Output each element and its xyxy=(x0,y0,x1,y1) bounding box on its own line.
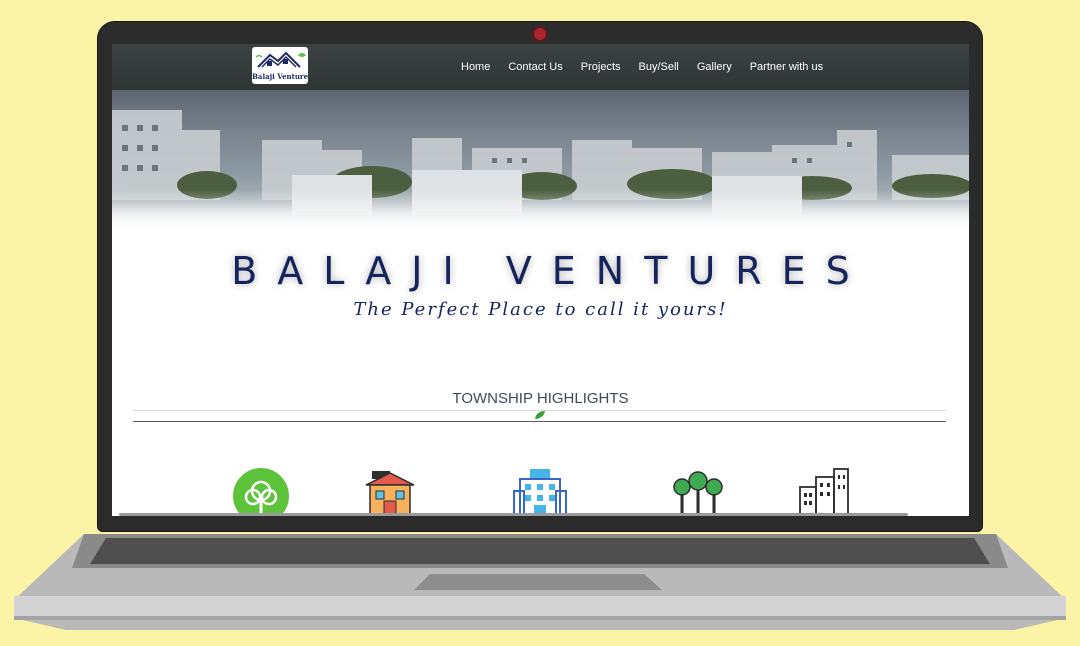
trees-icon xyxy=(670,471,726,516)
buildings-outline-icon xyxy=(799,468,849,516)
tree-circle-icon xyxy=(233,468,289,516)
horizontal-scrollbar[interactable] xyxy=(119,513,908,516)
divider-bottom xyxy=(133,421,946,422)
laptop-base xyxy=(14,532,1066,632)
section-title: TOWNSHIP HIGHLIGHTS xyxy=(452,390,629,407)
highlights-icon-row xyxy=(112,467,969,516)
city-skyline-image xyxy=(112,110,969,230)
nav-contact-us[interactable]: Contact Us xyxy=(508,61,562,73)
webcam-icon xyxy=(534,28,546,40)
nav-partner-with-us[interactable]: Partner with us xyxy=(750,61,823,73)
house-icon xyxy=(365,471,415,516)
nav-buy-sell[interactable]: Buy/Sell xyxy=(639,61,679,73)
hero-city-banner xyxy=(112,90,969,230)
main-nav: Home Contact Us Projects Buy/Sell Galler… xyxy=(461,61,841,73)
house-logo-icon xyxy=(255,51,306,68)
building-blue-icon xyxy=(513,469,567,516)
logo-text: Balaji Ventures xyxy=(252,72,308,81)
brand-tagline: The Perfect Place to call it yours! xyxy=(353,299,728,320)
navbar: Balaji Ventures Home Contact Us Projects… xyxy=(112,44,969,90)
site-logo[interactable]: Balaji Ventures xyxy=(252,47,308,84)
brand-title: BALAJI VENTURES xyxy=(231,249,870,293)
nav-home[interactable]: Home xyxy=(461,61,490,73)
nav-gallery[interactable]: Gallery xyxy=(697,61,732,73)
nav-projects[interactable]: Projects xyxy=(581,61,621,73)
leaf-icon xyxy=(535,411,545,419)
browser-viewport: Balaji Ventures Home Contact Us Projects… xyxy=(112,44,969,516)
